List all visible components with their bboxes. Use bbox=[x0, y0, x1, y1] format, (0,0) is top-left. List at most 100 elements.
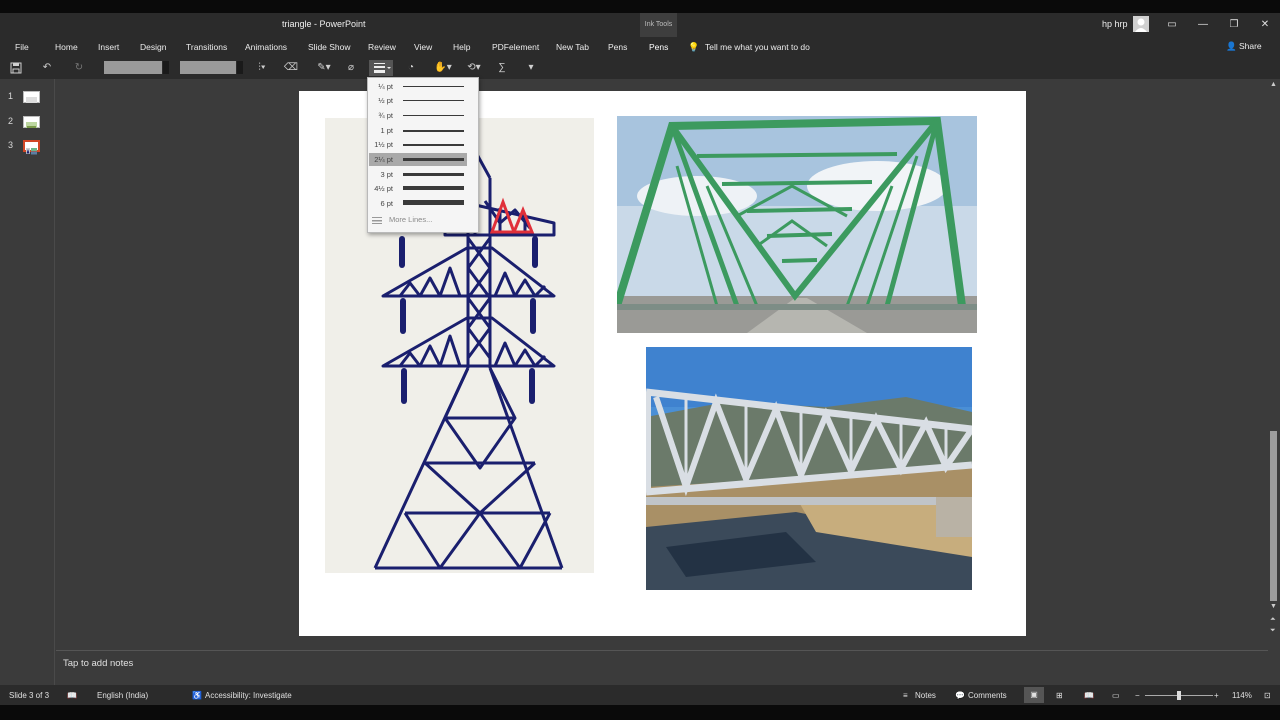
tab-transitions[interactable]: Transitions bbox=[186, 42, 227, 52]
comments-toggle-button[interactable]: Comments bbox=[968, 691, 1007, 700]
share-label: Share bbox=[1238, 41, 1262, 51]
window-title: triangle - PowerPoint bbox=[282, 19, 366, 29]
line-weight-sample bbox=[403, 144, 464, 146]
screen-top-bar bbox=[0, 0, 1280, 13]
slide-sorter-icon[interactable]: ⊞ bbox=[1056, 691, 1063, 700]
ink-toolbar: ↶ ↻ ⫶▾ ⌫ ✎▾ ⌀ ◔ ✋▾ ⟲▾ ∑ ▾ bbox=[0, 57, 1280, 79]
pen-thickness-dropdown[interactable] bbox=[237, 61, 243, 74]
lasso-select-icon[interactable]: ⌀ bbox=[343, 60, 359, 76]
share-button[interactable]: 👤 Share bbox=[1226, 41, 1262, 52]
pen-thickness-field[interactable] bbox=[180, 61, 236, 74]
slide-thumbnail-selected[interactable] bbox=[23, 140, 40, 155]
accessibility-status[interactable]: Accessibility: Investigate bbox=[205, 691, 292, 700]
avatar[interactable] bbox=[1133, 16, 1149, 32]
language-indicator[interactable]: English (India) bbox=[97, 691, 148, 700]
scroll-up-icon[interactable]: ▲ bbox=[1270, 81, 1277, 88]
ink-to-shape-icon[interactable]: ◔ bbox=[403, 60, 419, 76]
tab-animations[interactable]: Animations bbox=[245, 42, 287, 52]
line-weight-sample bbox=[403, 115, 464, 116]
notes-pane[interactable]: Tap to add notes bbox=[56, 650, 1268, 684]
ink-effects-icon[interactable]: ✋▾ bbox=[432, 60, 454, 76]
line-weight-option[interactable]: 4½ pt bbox=[369, 182, 467, 195]
steel-truss-bridge-image[interactable] bbox=[646, 347, 972, 590]
zoom-out-icon[interactable]: − bbox=[1135, 691, 1140, 700]
line-weight-label: 4½ pt bbox=[374, 184, 393, 193]
screen-bottom-bar bbox=[0, 705, 1280, 720]
line-weight-label: ¾ pt bbox=[378, 111, 393, 120]
more-lines-option[interactable]: More Lines... bbox=[389, 215, 432, 224]
restore-button[interactable]: ❐ bbox=[1220, 13, 1248, 37]
line-weight-label: ¼ pt bbox=[378, 82, 393, 91]
fit-to-window-icon[interactable]: ⊡ bbox=[1264, 691, 1271, 700]
tab-pens-draw[interactable]: Pens bbox=[608, 42, 627, 52]
line-weight-menu: ¼ pt ½ pt ¾ pt 1 pt 1½ pt 2¼ pt 3 pt 4½ bbox=[367, 77, 479, 233]
tell-me-search[interactable]: Tell me what you want to do bbox=[705, 42, 810, 52]
lightbulb-icon: 💡 bbox=[688, 42, 700, 52]
tab-slide-show[interactable]: Slide Show bbox=[308, 42, 351, 52]
status-bar: Slide 3 of 3 📖 English (India) ♿ Accessi… bbox=[0, 685, 1280, 705]
accessibility-icon[interactable]: ♿ bbox=[192, 691, 202, 700]
scroll-down-icon[interactable]: ▼ bbox=[1270, 603, 1277, 610]
line-weight-sample bbox=[403, 200, 464, 205]
zoom-slider-thumb[interactable] bbox=[1177, 691, 1181, 700]
pen-color-field[interactable] bbox=[104, 61, 162, 74]
previous-slide-icon[interactable]: ⏶ bbox=[1270, 616, 1276, 624]
normal-view-icon[interactable]: ▣ bbox=[1024, 687, 1044, 703]
line-weight-icon[interactable] bbox=[369, 60, 393, 76]
ink-to-math-icon[interactable]: ∑ bbox=[494, 60, 510, 76]
line-weight-option[interactable]: 6 pt bbox=[369, 197, 467, 210]
slide-counter: Slide 3 of 3 bbox=[9, 691, 50, 700]
line-weight-option[interactable]: ¼ pt bbox=[369, 80, 467, 93]
redo-icon[interactable]: ↻ bbox=[71, 60, 87, 76]
line-weight-option-selected[interactable]: 2¼ pt bbox=[369, 153, 467, 166]
line-weight-option[interactable]: 3 pt bbox=[369, 168, 467, 181]
pen-gallery-icon[interactable]: ⫶▾ bbox=[252, 60, 272, 76]
highlighter-icon[interactable]: ✎▾ bbox=[313, 60, 335, 76]
reading-view-icon[interactable]: 📖 bbox=[1084, 691, 1094, 700]
tab-review[interactable]: Review bbox=[368, 42, 396, 52]
eraser-icon[interactable]: ⌫ bbox=[283, 60, 299, 76]
green-bridge-image[interactable] bbox=[617, 116, 977, 333]
customize-toolbar-icon[interactable]: ▾ bbox=[525, 60, 537, 76]
ink-replay-icon[interactable]: ⟲▾ bbox=[463, 60, 485, 76]
spelling-check-icon[interactable]: 📖 bbox=[67, 691, 77, 700]
undo-icon[interactable]: ↶ bbox=[39, 60, 55, 76]
notes-toggle-button[interactable]: Notes bbox=[915, 691, 936, 700]
title-bar: triangle - PowerPoint Ink Tools hp hrp ▭… bbox=[0, 13, 1280, 37]
slide-thumbnail[interactable] bbox=[23, 116, 40, 128]
tab-home[interactable]: Home bbox=[55, 42, 78, 52]
zoom-in-icon[interactable]: + bbox=[1214, 691, 1219, 700]
line-weight-option[interactable]: ¾ pt bbox=[369, 109, 467, 122]
line-weight-sample bbox=[403, 173, 464, 176]
minimize-button[interactable]: — bbox=[1189, 13, 1217, 37]
line-weight-option[interactable]: 1½ pt bbox=[369, 138, 467, 151]
tab-pens-ink[interactable]: Pens bbox=[649, 42, 668, 52]
tab-design[interactable]: Design bbox=[140, 42, 166, 52]
next-slide-icon[interactable]: ⏷ bbox=[1270, 627, 1276, 635]
ribbon-display-options-icon[interactable]: ▭ bbox=[1158, 13, 1186, 37]
context-tab-ink-tools: Ink Tools bbox=[640, 13, 677, 37]
tab-insert[interactable]: Insert bbox=[98, 42, 119, 52]
thumb-number: 1 bbox=[8, 91, 14, 101]
close-button[interactable]: ✕ bbox=[1251, 13, 1279, 37]
slide-thumbnails-pane: 1 2 3 bbox=[0, 79, 55, 685]
slide-show-icon[interactable]: ▭ bbox=[1112, 691, 1120, 700]
line-weight-option[interactable]: 1 pt bbox=[369, 124, 467, 137]
thumb-number: 3 bbox=[8, 140, 14, 150]
line-weight-sample bbox=[403, 130, 464, 132]
tab-view[interactable]: View bbox=[414, 42, 432, 52]
tab-new-tab[interactable]: New Tab bbox=[556, 42, 589, 52]
vertical-scrollbar[interactable]: ▲ ▼ ⏶ ⏷ bbox=[1268, 79, 1280, 650]
scrollbar-thumb[interactable] bbox=[1270, 431, 1277, 601]
zoom-level[interactable]: 114% bbox=[1232, 691, 1252, 700]
save-icon[interactable] bbox=[8, 60, 24, 76]
slide-thumbnail[interactable] bbox=[23, 91, 40, 103]
tab-file[interactable]: File bbox=[15, 42, 29, 52]
pen-color-dropdown[interactable] bbox=[163, 61, 169, 74]
user-name[interactable]: hp hrp bbox=[1102, 19, 1128, 29]
tab-pdfelement[interactable]: PDFelement bbox=[492, 42, 539, 52]
line-weight-option[interactable]: ½ pt bbox=[369, 94, 467, 107]
tab-help[interactable]: Help bbox=[453, 42, 470, 52]
ribbon-tabs: File Home Insert Design Transitions Anim… bbox=[0, 37, 1280, 57]
notes-placeholder[interactable]: Tap to add notes bbox=[63, 658, 133, 669]
